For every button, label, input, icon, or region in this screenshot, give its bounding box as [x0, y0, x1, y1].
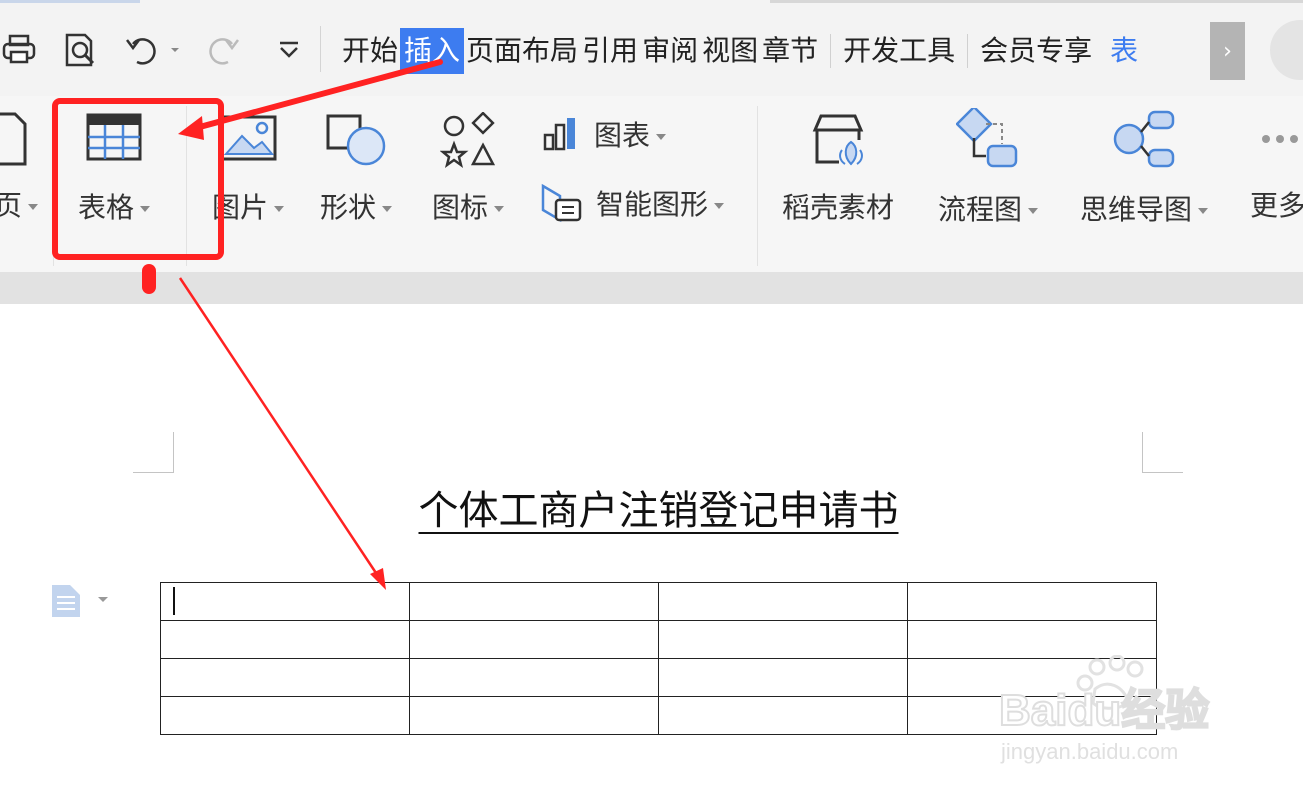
annotation-arrows: [178, 59, 443, 590]
